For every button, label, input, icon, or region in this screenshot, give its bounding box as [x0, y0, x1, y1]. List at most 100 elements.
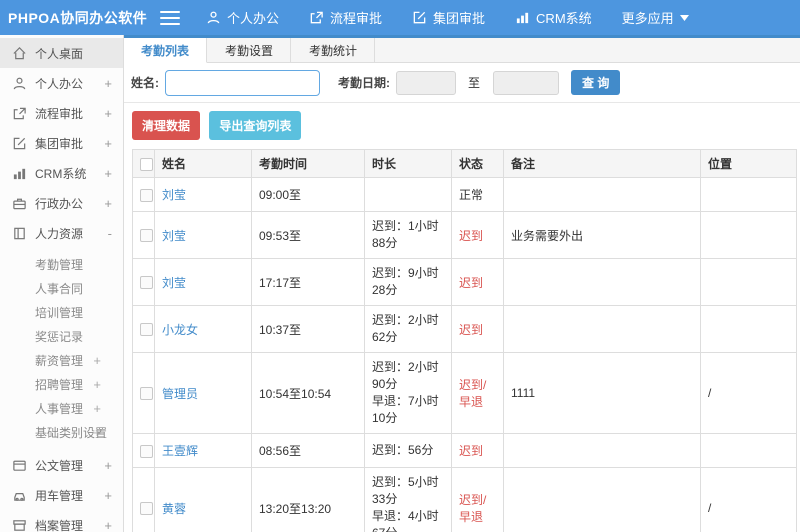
export-list-button[interactable]: 导出查询列表 [209, 111, 302, 140]
expand-indicator[interactable]: + [93, 353, 101, 368]
sidebar-item-group-approval[interactable]: 集团审批 + [0, 128, 123, 158]
expand-indicator[interactable]: + [93, 377, 101, 392]
submenu-item-rewards[interactable]: 奖惩记录 [0, 324, 123, 348]
topnav-label: 更多应用 [621, 11, 674, 26]
topnav-label: 流程审批 [330, 11, 383, 26]
sidebar-item-label: 流程审批 [35, 106, 84, 121]
note-cell [503, 258, 701, 306]
sidebar-item-admin-office[interactable]: 行政办公 + [0, 188, 123, 218]
name-input[interactable] [165, 69, 320, 96]
duration-line-2: 早退：7小时10分 [372, 394, 439, 425]
submenu-label: 薪资管理 [35, 353, 84, 368]
attendance-time-cell: 08:56至 [251, 433, 365, 468]
expand-indicator[interactable]: + [104, 518, 112, 532]
topnav-workflow-approval[interactable]: 流程审批 [309, 8, 382, 27]
expand-indicator[interactable]: + [104, 488, 112, 503]
submenu-item-hr-contract[interactable]: 人事合同 [0, 276, 123, 300]
sidebar-item-archive-mgmt[interactable]: 档案管理 + [0, 510, 123, 532]
employee-name-link[interactable]: 王壹辉 [162, 444, 198, 458]
location-cell: / [700, 352, 797, 434]
col-header-location: 位置 [700, 149, 797, 178]
sidebar-item-personal-office[interactable]: 个人办公 + [0, 68, 123, 98]
sidebar-item-document-mgmt[interactable]: 公文管理 + [0, 450, 123, 480]
to-label: 至 [468, 76, 481, 90]
note-cell [503, 467, 701, 532]
location-cell [700, 211, 797, 259]
user-icon [206, 10, 221, 25]
clear-data-button[interactable]: 清理数据 [132, 111, 201, 140]
col-header-status: 状态 [451, 149, 504, 178]
table-row: 刘莹 17:17至 迟到：9小时28分 迟到 [132, 258, 797, 306]
row-checkbox[interactable] [140, 188, 153, 202]
col-header-note: 备注 [503, 149, 701, 178]
row-checkbox[interactable] [140, 323, 153, 337]
status-cell: 迟到/早退 [451, 467, 504, 532]
topnav-group-approval[interactable]: 集团审批 [412, 8, 485, 27]
expand-indicator[interactable]: + [104, 196, 112, 211]
expand-indicator[interactable]: + [104, 76, 112, 91]
sidebar-item-personal-desktop[interactable]: 个人桌面 [0, 38, 123, 68]
expand-indicator[interactable]: + [93, 401, 101, 416]
employee-name-link[interactable]: 管理员 [162, 387, 198, 401]
expand-indicator[interactable]: + [104, 458, 112, 473]
row-checkbox[interactable] [140, 276, 153, 290]
sidebar-item-crm-system[interactable]: CRM系统 + [0, 158, 123, 188]
expand-indicator[interactable]: + [104, 166, 112, 181]
table-row: 黄蓉 13:20至13:20 迟到：5小时33分早退：4小时67分 迟到/早退 … [132, 467, 797, 532]
note-cell: 业务需要外出 [503, 211, 701, 259]
row-checkbox[interactable] [140, 229, 153, 243]
row-select-cell [132, 305, 155, 353]
topnav-personal-office[interactable]: 个人办公 [206, 8, 279, 27]
briefcase-icon [12, 196, 28, 211]
submenu-item-personnel[interactable]: 人事管理 + [0, 396, 123, 420]
row-select-cell [132, 352, 155, 434]
submenu-item-salary[interactable]: 薪资管理 + [0, 348, 123, 372]
duration-line-2: 早退：4小时67分 [372, 509, 439, 532]
tab-attendance-settings[interactable]: 考勤设置 [207, 38, 292, 62]
duration-line-1: 迟到：1小时88分 [372, 219, 439, 250]
sidebar-item-vehicle-mgmt[interactable]: 用车管理 + [0, 480, 123, 510]
attendance-time-cell: 13:20至13:20 [251, 467, 365, 532]
expand-indicator[interactable]: + [104, 136, 112, 151]
expand-indicator[interactable]: + [104, 106, 112, 121]
duration-cell: 迟到：2小时62分 [364, 305, 452, 353]
table-row: 刘莹 09:53至 迟到：1小时88分 迟到 业务需要外出 [132, 211, 797, 259]
collapse-indicator[interactable]: - [108, 226, 112, 241]
sidebar-item-human-resources[interactable]: 人力资源 - [0, 218, 123, 248]
topnav-more-apps[interactable]: 更多应用 [622, 8, 689, 27]
employee-name-link[interactable]: 刘莹 [162, 188, 186, 202]
date-from-input[interactable] [396, 70, 456, 95]
expand-indicator[interactable]: + [93, 425, 101, 440]
attendance-time-cell: 17:17至 [251, 258, 365, 306]
app-logo: PHPOA协同办公软件 [8, 9, 148, 26]
select-all-checkbox[interactable] [140, 157, 153, 171]
query-button[interactable]: 查 询 [571, 70, 621, 95]
employee-name-link[interactable]: 黄蓉 [162, 502, 186, 516]
submenu-item-base-categories[interactable]: 基础类别设置 + [0, 420, 123, 444]
row-checkbox[interactable] [140, 444, 153, 458]
row-checkbox[interactable] [140, 387, 153, 401]
row-checkbox[interactable] [140, 502, 153, 516]
hr-submenu: 考勤管理 人事合同 培训管理 奖惩记录 薪资管理 + 招聘管理 + 人事管理 +… [0, 252, 123, 444]
search-bar: 姓名: 考勤日期: 至 查 询 [124, 63, 800, 103]
submenu-label: 奖惩记录 [35, 329, 84, 344]
submenu-item-training[interactable]: 培训管理 [0, 300, 123, 324]
employee-name-link[interactable]: 小龙女 [162, 323, 198, 337]
menu-toggle-icon[interactable] [160, 10, 180, 25]
date-label: 考勤日期: [338, 76, 390, 90]
submenu-item-recruitment[interactable]: 招聘管理 + [0, 372, 123, 396]
sidebar-item-workflow-approval[interactable]: 流程审批 + [0, 98, 123, 128]
sidebar-item-label: 人力资源 [35, 226, 84, 241]
employee-name-link[interactable]: 刘莹 [162, 276, 186, 290]
col-header-time: 考勤时间 [251, 149, 365, 178]
topnav-crm-system[interactable]: CRM系统 [515, 8, 592, 27]
topnav-label: CRM系统 [536, 11, 592, 26]
submenu-label: 培训管理 [35, 305, 84, 320]
tab-attendance-list[interactable]: 考勤列表 [124, 38, 208, 63]
duration-line-1: 迟到：9小时28分 [372, 266, 439, 297]
date-to-input[interactable] [493, 70, 560, 95]
row-select-cell [132, 467, 155, 532]
submenu-item-attendance[interactable]: 考勤管理 [0, 252, 123, 276]
tab-attendance-stats[interactable]: 考勤统计 [291, 38, 376, 62]
employee-name-link[interactable]: 刘莹 [162, 229, 186, 243]
